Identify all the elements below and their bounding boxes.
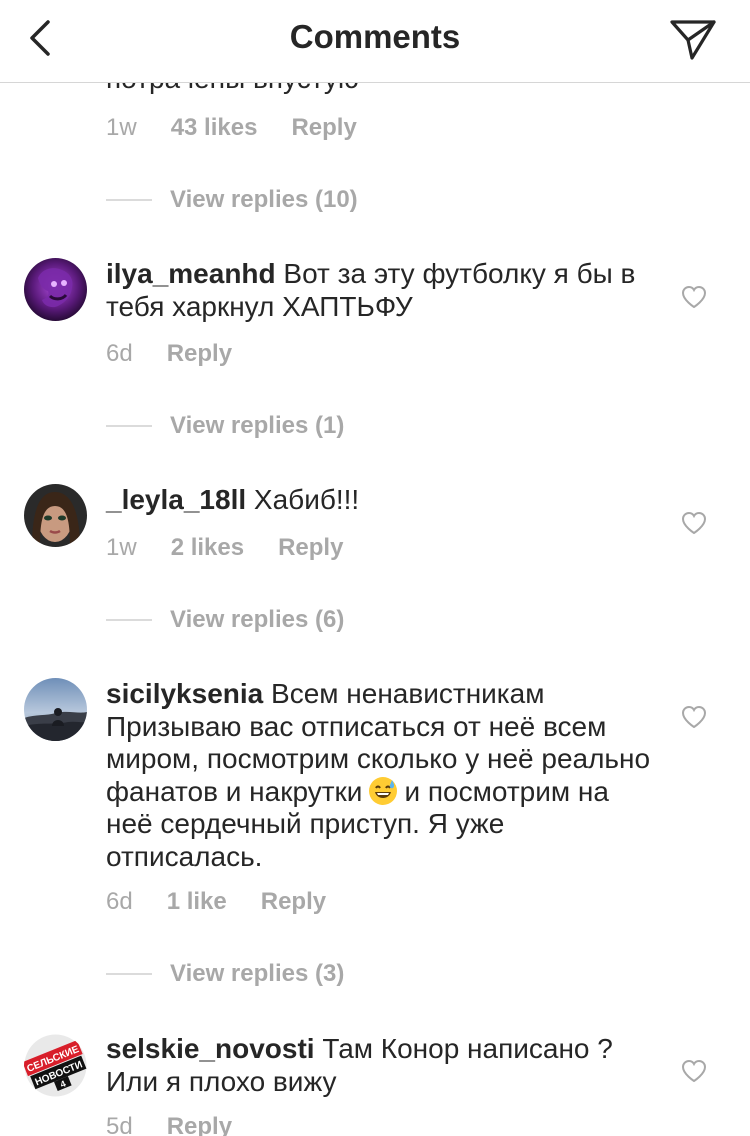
comment-time: 6d xyxy=(106,340,133,367)
reply-button[interactable]: Reply xyxy=(167,1113,232,1136)
reply-button[interactable]: Reply xyxy=(261,888,326,916)
comment-text: _leyla_18ll Хабиб!!! xyxy=(106,484,656,517)
heart-icon[interactable] xyxy=(681,285,707,309)
view-replies-line xyxy=(106,619,152,621)
comment-text: selskie_novosti Там Конор написано ? Или… xyxy=(106,1033,656,1098)
comment-time: 5d xyxy=(106,1113,133,1136)
view-replies-label: View replies (10) xyxy=(170,186,358,213)
avatar-leyla-18ll[interactable] xyxy=(24,484,87,547)
comment-username[interactable]: ilya_meanhd xyxy=(106,258,276,289)
comment-meta: 5d Reply xyxy=(106,1112,232,1136)
comment-meta: 6d 1 like Reply xyxy=(106,887,326,917)
heart-icon[interactable] xyxy=(681,1059,707,1083)
comment-likes[interactable]: 43 likes xyxy=(171,114,258,142)
comment-text: sicilyksenia Всем ненавистникам Призываю… xyxy=(106,678,656,873)
view-replies-line xyxy=(106,973,152,975)
page-title: Comments xyxy=(289,18,461,55)
view-replies-label: View replies (6) xyxy=(170,606,345,633)
reply-button[interactable]: Reply xyxy=(278,534,343,562)
comment-meta: 1w 2 likes Reply xyxy=(106,533,343,563)
view-replies-line xyxy=(106,199,152,201)
view-replies-label: View replies (1) xyxy=(170,412,345,439)
view-replies-button[interactable]: View replies (1) xyxy=(106,411,344,441)
comment-username[interactable]: selskie_novosti xyxy=(106,1033,315,1064)
comment-likes[interactable]: 1 like xyxy=(167,888,227,916)
avatar-sicilyksenia[interactable] xyxy=(24,678,87,741)
comment-username[interactable]: _leyla_18ll xyxy=(106,484,246,515)
view-replies-button[interactable]: View replies (6) xyxy=(106,605,344,635)
comment-likes[interactable]: 2 likes xyxy=(171,534,244,562)
heart-icon[interactable] xyxy=(681,705,707,729)
avatar-ilya-meanhd[interactable] xyxy=(24,258,87,321)
view-replies-line xyxy=(106,425,152,427)
comment-time: 6d xyxy=(106,888,133,915)
header-bar: Comments xyxy=(0,0,750,83)
comment-meta: 6d Reply xyxy=(106,339,232,369)
heart-icon[interactable] xyxy=(681,511,707,535)
view-replies-button[interactable]: View replies (3) xyxy=(106,959,344,989)
view-replies-button[interactable]: View replies (10) xyxy=(106,185,358,215)
reply-button[interactable]: Reply xyxy=(291,114,356,142)
grinning-face-with-sweat-icon xyxy=(368,776,398,806)
view-replies-label: View replies (3) xyxy=(170,960,345,987)
comment-body: Хабиб!!! xyxy=(253,484,360,515)
comments-list[interactable]: потрачены впустую 1w 43 likes Reply View… xyxy=(0,0,750,1136)
comment-time: 1w xyxy=(106,534,137,561)
share-button[interactable] xyxy=(668,14,718,64)
comment-text: ilya_meanhd Вот за эту футболку я бы в т… xyxy=(106,258,656,323)
avatar-selskie-novosti[interactable]: СЕЛЬСКИЕ НОВОСТИ 4 xyxy=(24,1034,87,1097)
paper-plane-icon xyxy=(670,20,716,60)
comment-username[interactable]: sicilyksenia xyxy=(106,678,263,709)
comment-meta: 1w 43 likes Reply xyxy=(106,113,357,143)
reply-button[interactable]: Reply xyxy=(167,340,232,368)
comment-time: 1w xyxy=(106,114,137,141)
